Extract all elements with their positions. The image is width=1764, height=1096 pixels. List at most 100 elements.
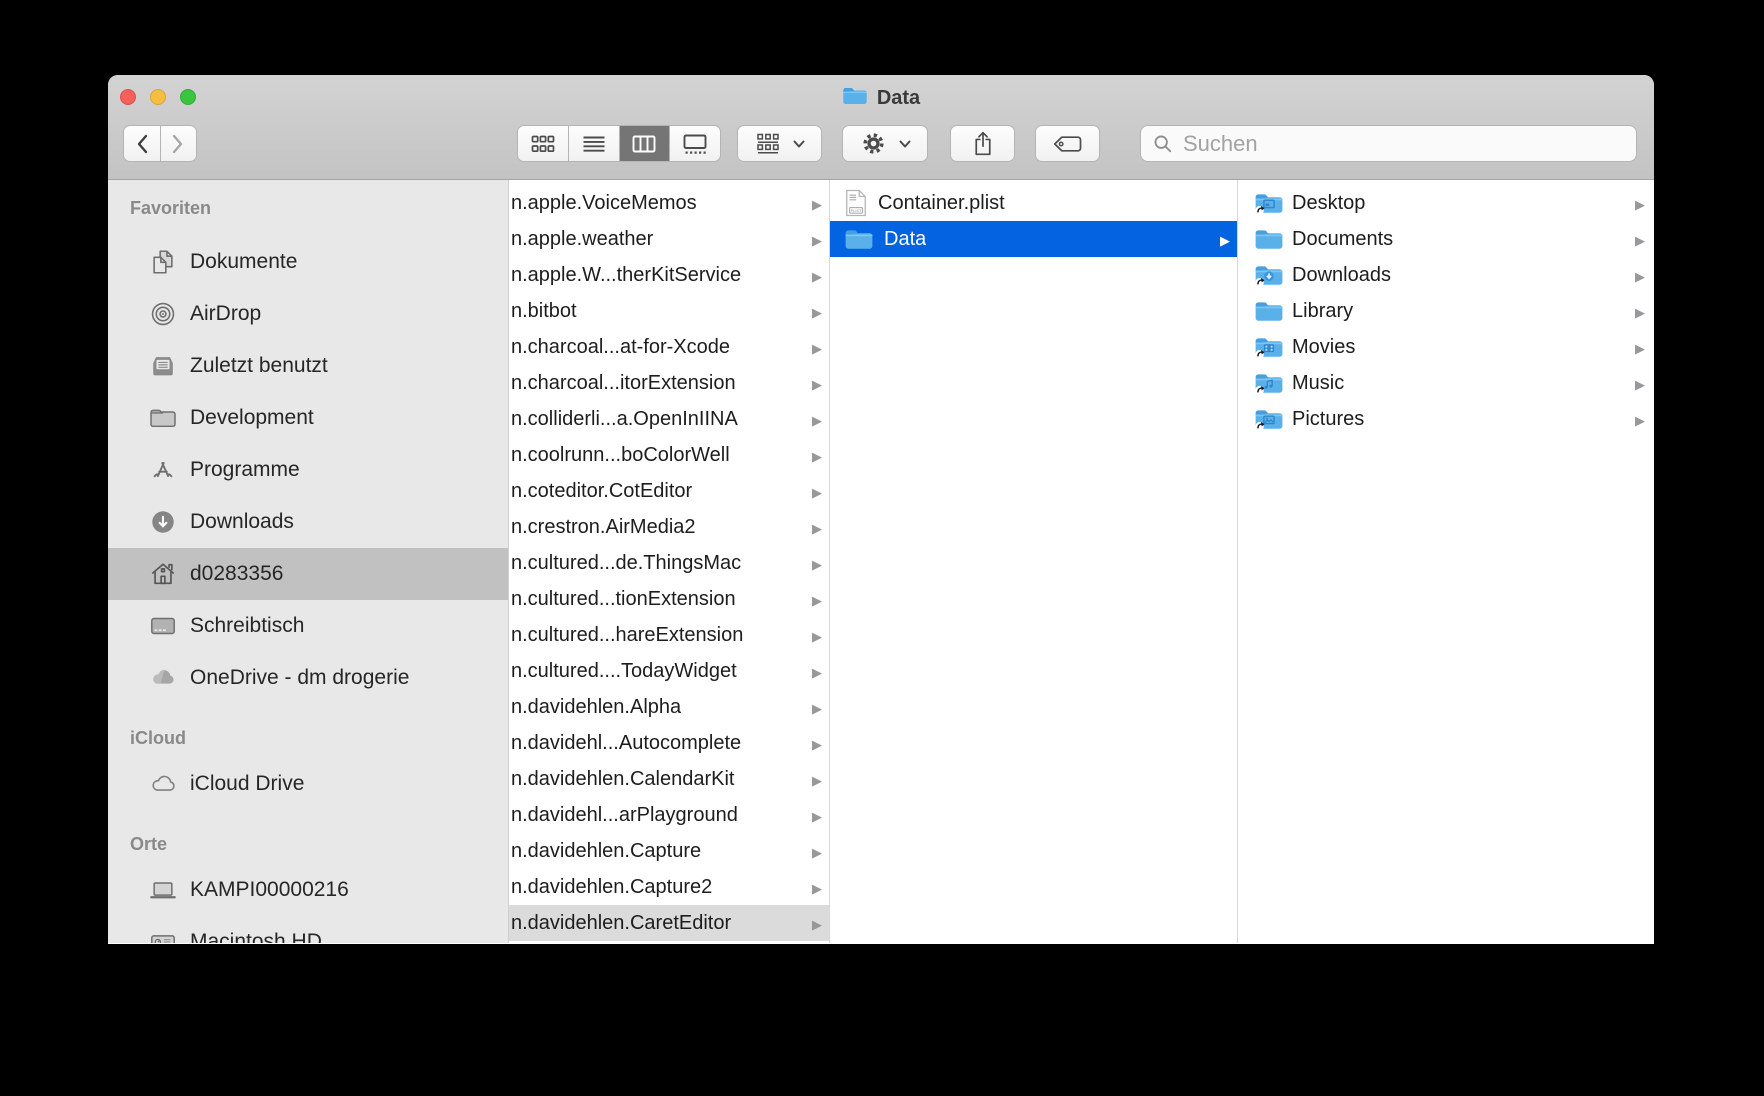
file-row[interactable]: n.apple.weather bbox=[509, 221, 829, 257]
file-row[interactable]: n.cultured...de.ThingsMac bbox=[509, 545, 829, 581]
tag-icon bbox=[1052, 134, 1083, 154]
file-row[interactable]: n.colliderli...a.OpenInIINA bbox=[509, 401, 829, 437]
file-row[interactable]: Movies bbox=[1238, 329, 1654, 365]
list-view-button[interactable] bbox=[568, 126, 619, 161]
disclosure-chevron-icon bbox=[812, 876, 822, 899]
window-title: Data bbox=[108, 84, 1654, 112]
folder-desktop-alias-icon bbox=[1254, 191, 1284, 215]
onedrive-cloud-icon bbox=[148, 664, 178, 692]
file-row[interactable]: n.cultured...hareExtension bbox=[509, 617, 829, 653]
sidebar-section-header: Orte bbox=[108, 824, 508, 864]
disclosure-chevron-icon bbox=[812, 264, 822, 287]
disclosure-chevron-icon bbox=[812, 912, 822, 935]
file-row[interactable]: n.davidehl...Autocomplete bbox=[509, 725, 829, 761]
share-button[interactable] bbox=[950, 125, 1015, 162]
sidebar-item[interactable]: Development bbox=[108, 392, 508, 444]
file-row[interactable]: n.davidehlen.CalendarKit bbox=[509, 761, 829, 797]
actions-button[interactable] bbox=[842, 125, 928, 162]
file-row[interactable]: n.davidehlen.Alpha bbox=[509, 689, 829, 725]
documents-icon bbox=[148, 248, 178, 276]
file-row[interactable]: n.cultured...tionExtension bbox=[509, 581, 829, 617]
sidebar-item-label: KAMPI00000216 bbox=[190, 878, 349, 902]
file-row[interactable]: Desktop bbox=[1238, 185, 1654, 221]
disclosure-chevron-icon bbox=[812, 336, 822, 359]
folder-icon bbox=[844, 227, 874, 251]
file-row-label: Library bbox=[1292, 300, 1353, 323]
sidebar-item[interactable]: OneDrive - dm drogerie bbox=[108, 652, 508, 704]
file-row-label: n.davidehl...Autocomplete bbox=[511, 732, 741, 755]
disclosure-chevron-icon bbox=[812, 768, 822, 791]
title-bar[interactable]: Data bbox=[108, 75, 1654, 180]
file-row-label: Documents bbox=[1292, 228, 1393, 251]
file-row-label: n.bitbot bbox=[511, 300, 577, 323]
sidebar-item[interactable]: KAMPI00000216 bbox=[108, 864, 508, 916]
file-row[interactable]: n.davidehlen.Capture bbox=[509, 833, 829, 869]
gallery-view-icon bbox=[682, 132, 708, 156]
file-row[interactable]: Data bbox=[830, 221, 1237, 257]
sidebar-item-label: Schreibtisch bbox=[190, 614, 304, 638]
sidebar-item[interactable]: iCloud Drive bbox=[108, 758, 508, 810]
sidebar-item[interactable]: Dokumente bbox=[108, 236, 508, 288]
forward-button[interactable] bbox=[160, 126, 197, 161]
icon-view-button[interactable] bbox=[518, 126, 568, 161]
chevron-down-icon bbox=[793, 140, 805, 148]
file-row[interactable]: n.coolrunn...boColorWell bbox=[509, 437, 829, 473]
file-row-label: Music bbox=[1292, 372, 1344, 395]
sidebar-item[interactable]: Programme bbox=[108, 444, 508, 496]
back-button[interactable] bbox=[124, 126, 160, 161]
disclosure-chevron-icon bbox=[812, 480, 822, 503]
disclosure-chevron-icon bbox=[1635, 192, 1645, 215]
disclosure-chevron-icon bbox=[1635, 300, 1645, 323]
file-row[interactable]: n.charcoal...at-for-Xcode bbox=[509, 329, 829, 365]
file-row-label: n.crestron.AirMedia2 bbox=[511, 516, 696, 539]
group-by-button[interactable] bbox=[737, 125, 822, 162]
file-row[interactable]: n.bitbot bbox=[509, 293, 829, 329]
disclosure-chevron-icon bbox=[812, 192, 822, 215]
folder-plain-icon bbox=[1254, 227, 1284, 251]
sidebar-item-label: Dokumente bbox=[190, 250, 297, 274]
sidebar-item[interactable]: Schreibtisch bbox=[108, 600, 508, 652]
sidebar-item[interactable]: d0283356 bbox=[108, 548, 508, 600]
file-row[interactable]: n.coteditor.CotEditor bbox=[509, 473, 829, 509]
sidebar-item[interactable]: Downloads bbox=[108, 496, 508, 548]
chevron-down-icon bbox=[899, 140, 911, 148]
disclosure-chevron-icon bbox=[812, 228, 822, 251]
folder-icon bbox=[842, 85, 868, 112]
search-input[interactable] bbox=[1181, 130, 1624, 158]
toolbar bbox=[108, 125, 1654, 162]
screen-background: Data bbox=[0, 0, 1764, 1096]
disclosure-chevron-icon bbox=[812, 588, 822, 611]
file-row-label: n.davidehlen.CaretEditor bbox=[511, 912, 731, 935]
sidebar-item[interactable]: AirDrop bbox=[108, 288, 508, 340]
tag-button[interactable] bbox=[1035, 125, 1100, 162]
file-row[interactable]: Pictures bbox=[1238, 401, 1654, 437]
column-view-button[interactable] bbox=[619, 126, 670, 161]
folder-movies-alias-icon bbox=[1254, 335, 1284, 359]
gear-icon bbox=[860, 130, 887, 157]
file-row[interactable]: Downloads bbox=[1238, 257, 1654, 293]
file-row[interactable]: Music bbox=[1238, 365, 1654, 401]
file-row-label: n.coteditor.CotEditor bbox=[511, 480, 692, 503]
folder-music-alias-icon bbox=[1254, 371, 1284, 395]
file-row[interactable]: n.apple.W...therKitService bbox=[509, 257, 829, 293]
file-row-label: n.davidehlen.Capture2 bbox=[511, 876, 712, 899]
file-row[interactable]: n.charcoal...itorExtension bbox=[509, 365, 829, 401]
file-row[interactable]: n.apple.VoiceMemos bbox=[509, 185, 829, 221]
disclosure-chevron-icon bbox=[812, 660, 822, 683]
list-view-icon bbox=[581, 132, 607, 156]
file-row[interactable]: n.davidehl...arPlayground bbox=[509, 797, 829, 833]
file-row[interactable]: n.davidehlen.CaretEditor bbox=[509, 905, 829, 941]
file-row[interactable]: PLIST Container.plist bbox=[830, 185, 1237, 221]
search-icon bbox=[1153, 134, 1173, 154]
disclosure-chevron-icon bbox=[812, 408, 822, 431]
file-row[interactable]: n.crestron.AirMedia2 bbox=[509, 509, 829, 545]
file-row[interactable]: n.davidehlen.Capture2 bbox=[509, 869, 829, 905]
file-row[interactable]: Library bbox=[1238, 293, 1654, 329]
search-field[interactable] bbox=[1140, 125, 1637, 162]
sidebar-item[interactable]: Macintosh HD bbox=[108, 916, 508, 943]
gallery-view-button[interactable] bbox=[669, 126, 720, 161]
file-row[interactable]: Documents bbox=[1238, 221, 1654, 257]
file-row[interactable]: n.cultured....TodayWidget bbox=[509, 653, 829, 689]
sidebar-item[interactable]: Zuletzt benutzt bbox=[108, 340, 508, 392]
sidebar-item-label: iCloud Drive bbox=[190, 772, 304, 796]
